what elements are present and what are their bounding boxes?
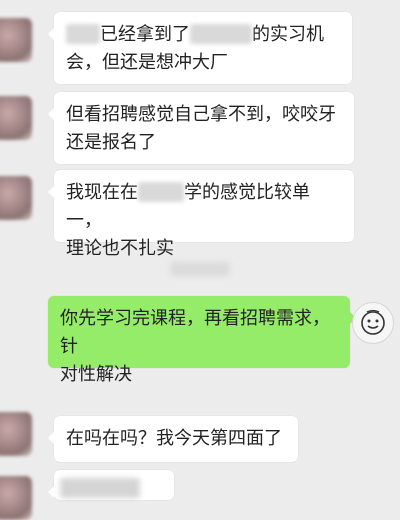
message-2-line-1: 但看招聘感觉自己拿不到，咬咬牙 xyxy=(66,104,336,125)
contact-avatar[interactable] xyxy=(0,476,32,520)
timestamp xyxy=(170,262,230,276)
message-bubble-2[interactable]: 但看招聘感觉自己拿不到，咬咬牙 还是报名了 xyxy=(48,92,354,164)
message-3-line-1: 我现在在xxx学的感觉比较单一， xyxy=(66,179,342,235)
redacted-text: xx xyxy=(66,24,100,44)
message-bubble-3[interactable]: 我现在在xxx学的感觉比较单一， 理论也不扎实 xyxy=(48,170,354,259)
message-4-line-2: 对性解决 xyxy=(60,364,132,385)
cutoff-text xyxy=(60,478,140,498)
contact-avatar[interactable] xyxy=(0,412,32,456)
self-avatar[interactable] xyxy=(352,302,394,344)
chat-window: xx已经拿到了xxxxxx的实习机 会，但还是想冲大厂 但看招聘感觉自己拿不到，… xyxy=(0,0,400,520)
redacted-text: xxxxxx xyxy=(190,24,252,44)
message-1-line-2: 会，但还是想冲大厂 xyxy=(66,52,228,73)
message-5-line-1: 在吗在吗？我今天第四面了 xyxy=(66,428,282,449)
message-3-line-2: 理论也不扎实 xyxy=(66,238,174,259)
message-bubble-4[interactable]: 你先学习完课程，再看招聘需求，针 对性解决 xyxy=(48,296,356,385)
contact-avatar[interactable] xyxy=(0,96,32,140)
message-4-line-1: 你先学习完课程，再看招聘需求，针 xyxy=(60,308,330,357)
message-bubble-5[interactable]: 在吗在吗？我今天第四面了 xyxy=(48,416,298,462)
smiley-face-icon xyxy=(361,309,385,335)
redacted-text: xxx xyxy=(138,182,184,202)
contact-avatar[interactable] xyxy=(0,18,32,62)
message-1-text-a: 已经拿到了 xyxy=(100,24,190,45)
message-3-text-a: 我现在在 xyxy=(66,182,138,203)
contact-avatar[interactable] xyxy=(0,176,32,220)
message-bubble-1[interactable]: xx已经拿到了xxxxxx的实习机 会，但还是想冲大厂 xyxy=(48,12,352,84)
message-1-text-b: 的实习机 xyxy=(252,24,324,45)
message-1-line-1: xx已经拿到了xxxxxx的实习机 xyxy=(66,21,340,49)
message-2-line-2: 还是报名了 xyxy=(66,132,156,153)
